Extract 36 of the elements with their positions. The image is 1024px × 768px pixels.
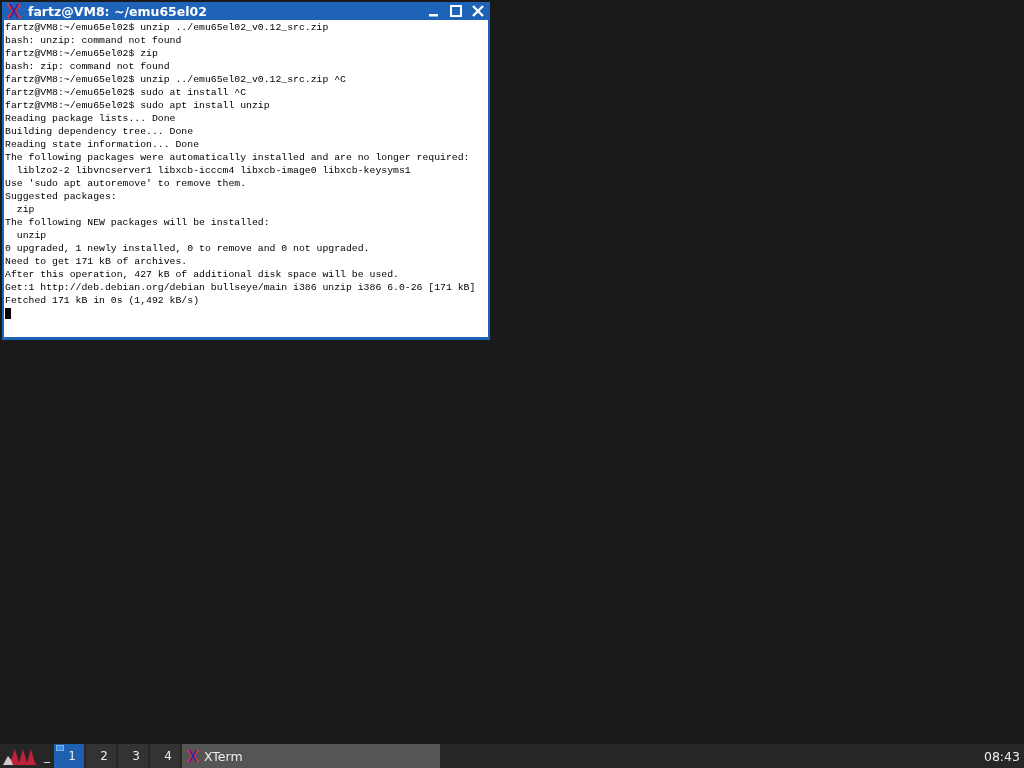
workspace-button[interactable]: 3 <box>118 744 148 768</box>
workspace-button[interactable]: 4 <box>150 744 180 768</box>
terminal-line: Get:1 http://deb.debian.org/debian bullseye/main i386 unzip i386 6.0-26 [171 kB] <box>5 281 477 294</box>
workspace-button[interactable]: 2 <box>86 744 116 768</box>
terminal-line: fartz@VM8:~/emu65el02$ sudo apt install unzip <box>5 99 271 112</box>
terminal-line: liblzo2-2 libvncserver1 libxcb-icccm4 libxcb-image0 libxcb-keysyms1 <box>15 164 412 177</box>
workspace-button[interactable]: 1 <box>54 744 84 768</box>
x-logo-icon <box>6 3 22 19</box>
terminal-line: Need to get 171 kB of archives. <box>5 255 189 268</box>
terminal-line: Fetched 171 kB in 0s (1,492 kB/s) <box>5 294 200 307</box>
close-icon[interactable] <box>472 5 484 17</box>
terminal-line: zip <box>15 203 36 216</box>
text-cursor <box>5 308 11 319</box>
terminal-line: fartz@VM8:~/emu65el02$ unzip ../emu65el02_v0.12_src.zip <box>5 21 330 34</box>
terminal-line: fartz@VM8:~/emu65el02$ sudo at install ^C <box>5 86 248 99</box>
terminal-line: bash: zip: command not found <box>5 60 171 73</box>
terminal-line: Use 'sudo apt autoremove' to remove them. <box>5 177 248 190</box>
terminal-line: The following NEW packages will be installed: <box>5 216 271 229</box>
terminal-line: bash: unzip: command not found <box>5 34 183 47</box>
task-button[interactable]: XTerm <box>182 744 440 768</box>
terminal-line: Reading state information... Done <box>5 138 200 151</box>
show-desktop-button[interactable]: _ <box>40 744 54 768</box>
terminal-line: The following packages were automatically installed and are no longer required: <box>5 151 471 164</box>
clock: 08:43 <box>983 747 1021 766</box>
x-logo-icon <box>186 748 200 764</box>
terminal-line: Reading package lists... Done <box>5 112 177 125</box>
terminal-line: 0 upgraded, 1 newly installed, 0 to remove and 0 not upgraded. <box>5 242 371 255</box>
maximize-icon[interactable] <box>450 5 462 17</box>
terminal-line: unzip <box>15 229 48 242</box>
window-title: fartz@VM8: ~/emu65el02 <box>28 3 208 19</box>
terminal-line: Suggested packages: <box>5 190 118 203</box>
terminal-line: Building dependency tree... Done <box>5 125 195 138</box>
terminal-line: fartz@VM8:~/emu65el02$ unzip ../emu65el02_v0.12_src.zip ^C <box>5 73 347 86</box>
terminal-line: After this operation, 427 kB of additional disk space will be used. <box>5 268 400 281</box>
terminal-line: fartz@VM8:~/emu65el02$ zip <box>5 47 159 60</box>
window-icon <box>56 745 64 751</box>
